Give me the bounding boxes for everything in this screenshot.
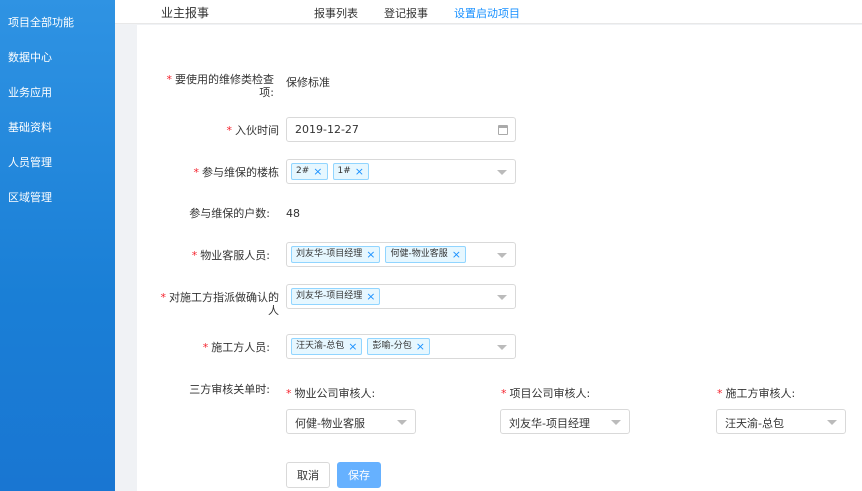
close-icon[interactable]: × <box>348 339 357 354</box>
sidebar-item-region[interactable]: 区域管理 <box>0 180 115 215</box>
confirmer-label: * 对施工方指派做确认的 人 <box>160 291 280 317</box>
audit-label: 三方审核关单时: <box>189 383 270 396</box>
tab-register-report[interactable]: 登记报事 <box>384 5 428 21</box>
top-bar: 业主报事 报事列表 登记报事 设置启动项目 <box>115 0 862 24</box>
required-mark: * <box>501 387 507 400</box>
tab-setup-project[interactable]: 设置启动项目 <box>454 5 520 21</box>
inspection-type-value: 保修标准 <box>286 76 330 89</box>
required-mark: * <box>193 166 200 179</box>
sidebar-item-all-functions[interactable]: 项目全部功能 <box>0 5 115 40</box>
staff-tag: 刘友华-项目经理 × <box>291 288 381 305</box>
save-button[interactable]: 保存 <box>337 462 381 488</box>
project-reviewer-label: * 项目公司审核人: <box>501 387 591 400</box>
staff-tag: 何健-物业客服 × <box>385 246 466 263</box>
required-mark: * <box>717 387 723 400</box>
cancel-button[interactable]: 取消 <box>286 462 330 488</box>
chevron-down-icon[interactable] <box>497 170 507 175</box>
page-title: 业主报事 <box>161 6 210 20</box>
chevron-down-icon[interactable] <box>497 345 507 350</box>
close-icon[interactable]: × <box>313 164 322 179</box>
construction-reviewer-value: 汪天渝-总包 <box>725 417 784 430</box>
move-in-date-input[interactable]: 2019-12-27 <box>286 117 516 142</box>
confirmer-select[interactable]: 刘友华-项目经理 × <box>286 284 516 309</box>
close-icon[interactable]: × <box>416 339 425 354</box>
sidebar-item-data-center[interactable]: 数据中心 <box>0 40 115 75</box>
chevron-down-icon[interactable] <box>497 253 507 258</box>
content-gutter <box>115 0 137 491</box>
move-in-date-label: * 入伙时间 <box>226 124 280 137</box>
construction-reviewer-label: * 施工方审核人: <box>717 387 796 400</box>
building-tag: 2# × <box>291 163 328 180</box>
close-icon[interactable]: × <box>452 247 461 262</box>
chevron-down-icon[interactable] <box>827 420 837 425</box>
close-icon[interactable]: × <box>355 164 364 179</box>
tab-report-list[interactable]: 报事列表 <box>314 5 358 21</box>
households-label: 参与维保的户数: <box>189 207 270 220</box>
staff-tag: 彭喻-分包 × <box>367 338 430 355</box>
property-staff-select[interactable]: 刘友华-项目经理 × 何健-物业客服 × <box>286 242 516 267</box>
sidebar-item-personnel[interactable]: 人员管理 <box>0 145 115 180</box>
move-in-date-value: 2019-12-27 <box>295 123 359 136</box>
buildings-select[interactable]: 2# × 1# × <box>286 159 516 184</box>
main-content: * 要使用的维修类检查 项: 保修标准 * 入伙时间 2019-12-27 * 参与维… <box>137 25 862 491</box>
building-tag: 1# × <box>332 163 369 180</box>
staff-tag: 刘友华-项目经理 × <box>291 246 381 263</box>
required-mark: * <box>166 73 173 86</box>
inspection-type-label: * 要使用的维修类检查 项: <box>166 73 275 99</box>
sidebar-item-basic-data[interactable]: 基础资料 <box>0 110 115 145</box>
households-value: 48 <box>286 207 300 220</box>
required-mark: * <box>160 291 167 304</box>
chevron-down-icon[interactable] <box>611 420 621 425</box>
property-reviewer-select[interactable]: 何健-物业客服 <box>286 409 416 434</box>
property-reviewer-value: 何健-物业客服 <box>295 417 365 430</box>
property-staff-label: * 物业客服人员: <box>191 249 270 262</box>
required-mark: * <box>202 341 209 354</box>
project-reviewer-select[interactable]: 刘友华-项目经理 <box>500 409 630 434</box>
chevron-down-icon[interactable] <box>397 420 407 425</box>
required-mark: * <box>286 387 292 400</box>
calendar-icon[interactable] <box>498 125 508 135</box>
buildings-label: * 参与维保的楼栋 <box>193 166 280 179</box>
required-mark: * <box>226 124 233 137</box>
staff-tag: 汪天渝-总包 × <box>291 338 363 355</box>
close-icon[interactable]: × <box>366 247 375 262</box>
sidebar: 项目全部功能 数据中心 业务应用 基础资料 人员管理 区域管理 <box>0 0 115 491</box>
chevron-down-icon[interactable] <box>497 295 507 300</box>
property-reviewer-label: * 物业公司审核人: <box>286 387 376 400</box>
construction-staff-select[interactable]: 汪天渝-总包 × 彭喻-分包 × <box>286 334 516 359</box>
construction-reviewer-select[interactable]: 汪天渝-总包 <box>716 409 846 434</box>
sidebar-item-business-apps[interactable]: 业务应用 <box>0 75 115 110</box>
project-reviewer-value: 刘友华-项目经理 <box>509 417 590 430</box>
required-mark: * <box>191 249 198 262</box>
construction-staff-label: * 施工方人员: <box>202 341 270 354</box>
close-icon[interactable]: × <box>366 289 375 304</box>
